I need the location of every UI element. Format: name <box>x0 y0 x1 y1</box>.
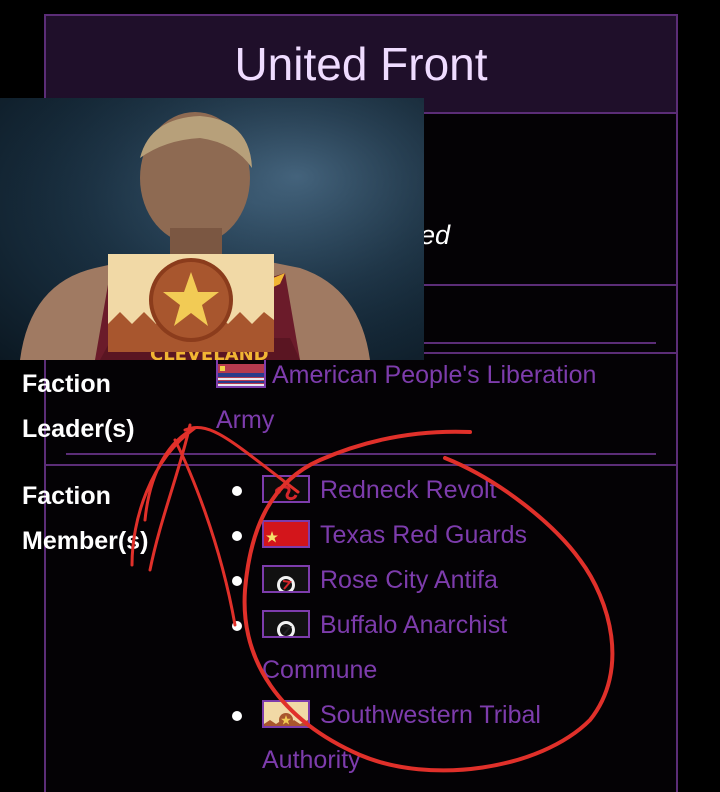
member-item-redneck-revolt[interactable]: Redneck Revolt <box>232 468 618 513</box>
row-divider <box>66 453 656 455</box>
red-snake-flag-icon <box>262 475 310 503</box>
member-item-buffalo-anarchist-commune[interactable]: Buffalo Anarchist Commune <box>232 603 618 693</box>
antifa-flag-icon <box>262 610 310 638</box>
row-divider <box>46 464 676 466</box>
red-star-flag-icon <box>262 520 310 548</box>
faction-members-label: Faction Member(s) <box>22 482 149 555</box>
member-item-rose-city-antifa[interactable]: Rose City Antifa <box>232 558 618 603</box>
tribal-star-flag-icon <box>262 700 310 728</box>
infobox-title: United Front <box>234 38 488 90</box>
overlay-photo: CLEVELAND <box>0 98 424 360</box>
member-label: Texas Red Guards <box>320 521 528 549</box>
faction-members-list: Redneck Revolt Texas Red Guards Rose Cit… <box>232 468 618 783</box>
member-item-texas-red-guards[interactable]: Texas Red Guards <box>232 513 618 558</box>
tribal-star-flag-overlay-icon <box>108 254 274 352</box>
member-label: Rose City Antifa <box>320 566 498 594</box>
member-label: Redneck Revolt <box>320 476 497 504</box>
screen: United Front United Faction Leader(s) Am… <box>0 0 720 792</box>
faction-leader-label: Faction Leader(s) <box>22 370 135 443</box>
apla-flag-icon <box>216 358 266 388</box>
member-item-southwestern-tribal-authority[interactable]: Southwestern Tribal Authority <box>232 693 618 783</box>
faction-leader-link[interactable]: American People's Liberation Army <box>216 353 616 443</box>
faction-leader-link-text: American People's Liberation Army <box>216 361 597 434</box>
antifa-flag-icon <box>262 565 310 593</box>
